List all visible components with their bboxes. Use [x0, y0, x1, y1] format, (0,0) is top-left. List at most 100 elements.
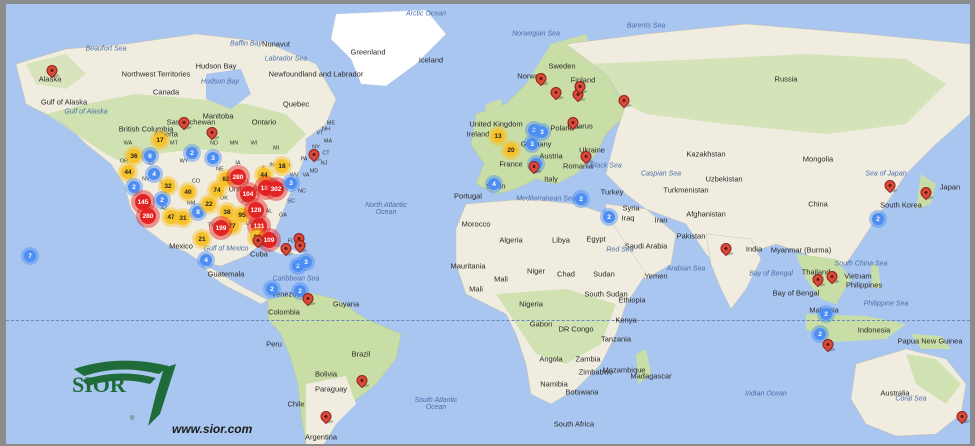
yellow-marker-cluster[interactable]: 22	[202, 197, 216, 211]
country-label: Philippines	[845, 280, 883, 290]
country-label: Guyana	[332, 299, 360, 309]
yellow-marker-cluster[interactable]: 17	[153, 133, 167, 147]
state-label: OR	[119, 158, 129, 165]
state-label: CT	[322, 150, 330, 157]
yellow-marker-cluster[interactable]: 95	[235, 208, 249, 222]
yellow-marker-cluster[interactable]: 31	[176, 211, 190, 225]
country-label: Saskatchewan	[166, 117, 216, 127]
blue-marker-cluster[interactable]: 3	[300, 256, 312, 268]
ocean-label: South Atlantic Ocean	[414, 397, 458, 411]
state-label: IA	[235, 160, 241, 167]
blue-marker-cluster[interactable]: 6	[144, 150, 156, 162]
yellow-marker-cluster[interactable]: 32	[161, 179, 175, 193]
ocean-label: Coral Sea	[895, 395, 927, 403]
website-url[interactable]: www.sior.com	[172, 422, 252, 436]
yellow-marker-cluster[interactable]: 36	[127, 149, 141, 163]
yellow-marker-cluster[interactable]: 40	[181, 185, 195, 199]
country-label: Gabon	[529, 319, 553, 329]
country-label: Botswana	[565, 387, 599, 397]
yellow-marker-cluster[interactable]: 38	[220, 205, 234, 219]
blue-marker-cluster[interactable]: 2	[266, 283, 278, 295]
ocean-label: Caribbean Sea	[272, 275, 320, 283]
ocean-label: Barents Sea	[626, 22, 666, 30]
country-label: Turkmenistan	[663, 185, 709, 195]
world-map[interactable]: Greenland Iceland Canada Russia Sweden Finlan…	[6, 4, 970, 444]
blue-marker-cluster[interactable]: 2	[128, 181, 140, 193]
country-label: Paraguay	[314, 384, 348, 394]
country-label: Russia	[774, 74, 798, 84]
country-label: Hudson Bay	[195, 61, 237, 71]
country-label: Syria	[622, 203, 640, 213]
blue-marker-cluster[interactable]: 4	[488, 178, 500, 190]
country-label: Argentina	[304, 432, 338, 442]
country-label: South Korea	[880, 200, 922, 210]
country-label: Japan	[939, 182, 961, 192]
country-label: Brazil	[351, 349, 371, 359]
logo-registered-mark: ®	[130, 416, 135, 422]
blue-marker-cluster[interactable]: 3	[526, 138, 538, 150]
country-label: Chad	[557, 269, 575, 279]
country-label: Portugal	[454, 191, 482, 201]
ocean-label: Beaufort Sea	[85, 45, 127, 53]
country-label: Yemen	[644, 271, 668, 281]
state-label: WI	[250, 140, 258, 147]
blue-marker-cluster[interactable]: 2	[872, 213, 884, 225]
blue-marker-cluster[interactable]: 4	[200, 254, 212, 266]
blue-marker-cluster[interactable]: 2	[814, 328, 826, 340]
country-label: Indonesia	[857, 325, 891, 335]
blue-marker-cluster[interactable]: 4	[148, 168, 160, 180]
blue-marker-cluster[interactable]: 3	[207, 152, 219, 164]
country-label: Pakistan	[676, 231, 706, 241]
red-marker-cluster[interactable]: 128	[248, 202, 264, 218]
red-marker-cluster[interactable]: 199	[213, 220, 229, 236]
ocean-label: Bay of Bengal	[749, 270, 793, 278]
ocean-label: Philippine Sea	[863, 300, 909, 308]
country-label: Afghanistan	[686, 209, 726, 219]
country-label: India	[745, 244, 763, 254]
blue-marker-cluster[interactable]: 2	[820, 308, 832, 320]
country-label: Egypt	[586, 234, 606, 244]
state-label: MA	[323, 138, 333, 145]
country-label: Mauritania	[450, 261, 486, 271]
red-marker-cluster[interactable]: 302	[268, 181, 284, 197]
state-label: MD	[309, 168, 319, 175]
blue-marker-cluster[interactable]: 2	[575, 193, 587, 205]
country-label: Morocco	[461, 219, 491, 229]
red-marker-cluster[interactable]: 104	[240, 186, 256, 202]
country-label: Iceland	[418, 55, 444, 65]
country-label: Iraq	[621, 213, 635, 223]
ocean-label: Caspian Sea	[640, 170, 682, 178]
country-label: Iran	[654, 215, 668, 225]
country-label: Guatemala	[207, 269, 245, 279]
state-label: IN	[269, 162, 275, 169]
yellow-marker-cluster[interactable]: 21	[195, 232, 209, 246]
country-label: Canada	[152, 87, 180, 97]
country-label: Vietnam	[844, 271, 872, 281]
blue-marker-cluster[interactable]: 3	[285, 177, 297, 189]
blue-marker-cluster[interactable]: 2	[156, 194, 168, 206]
country-label: Namibia	[540, 379, 568, 389]
blue-marker-cluster[interactable]: 3	[536, 126, 548, 138]
country-label: Nigeria	[519, 299, 543, 309]
yellow-marker-cluster[interactable]: 13	[491, 129, 505, 143]
ocean-label: Hudson Bay	[200, 78, 240, 86]
logo-text: SIOR	[72, 372, 126, 397]
red-marker-cluster[interactable]: 280	[140, 208, 156, 224]
yellow-marker-cluster[interactable]: 18	[275, 159, 289, 173]
state-label: WY	[179, 158, 189, 165]
state-label: SC	[287, 198, 295, 205]
country-label: United Kingdom	[469, 119, 523, 129]
country-label: Greenland	[350, 47, 386, 57]
country-label: France	[499, 159, 523, 169]
yellow-marker-cluster[interactable]: 44	[121, 165, 135, 179]
yellow-marker-cluster[interactable]: 20	[504, 143, 518, 157]
blue-marker-cluster[interactable]: 7	[24, 250, 36, 262]
blue-marker-cluster[interactable]: 2	[603, 211, 615, 223]
state-label: AL	[265, 208, 273, 215]
country-label: Tanzania	[600, 334, 632, 344]
state-label: OK	[220, 195, 228, 202]
country-label: Papua New Guinea	[897, 336, 963, 346]
blue-marker-cluster[interactable]: 2	[186, 147, 198, 159]
red-marker-cluster[interactable]: 280	[230, 169, 246, 185]
country-label: Zambia	[575, 354, 601, 364]
